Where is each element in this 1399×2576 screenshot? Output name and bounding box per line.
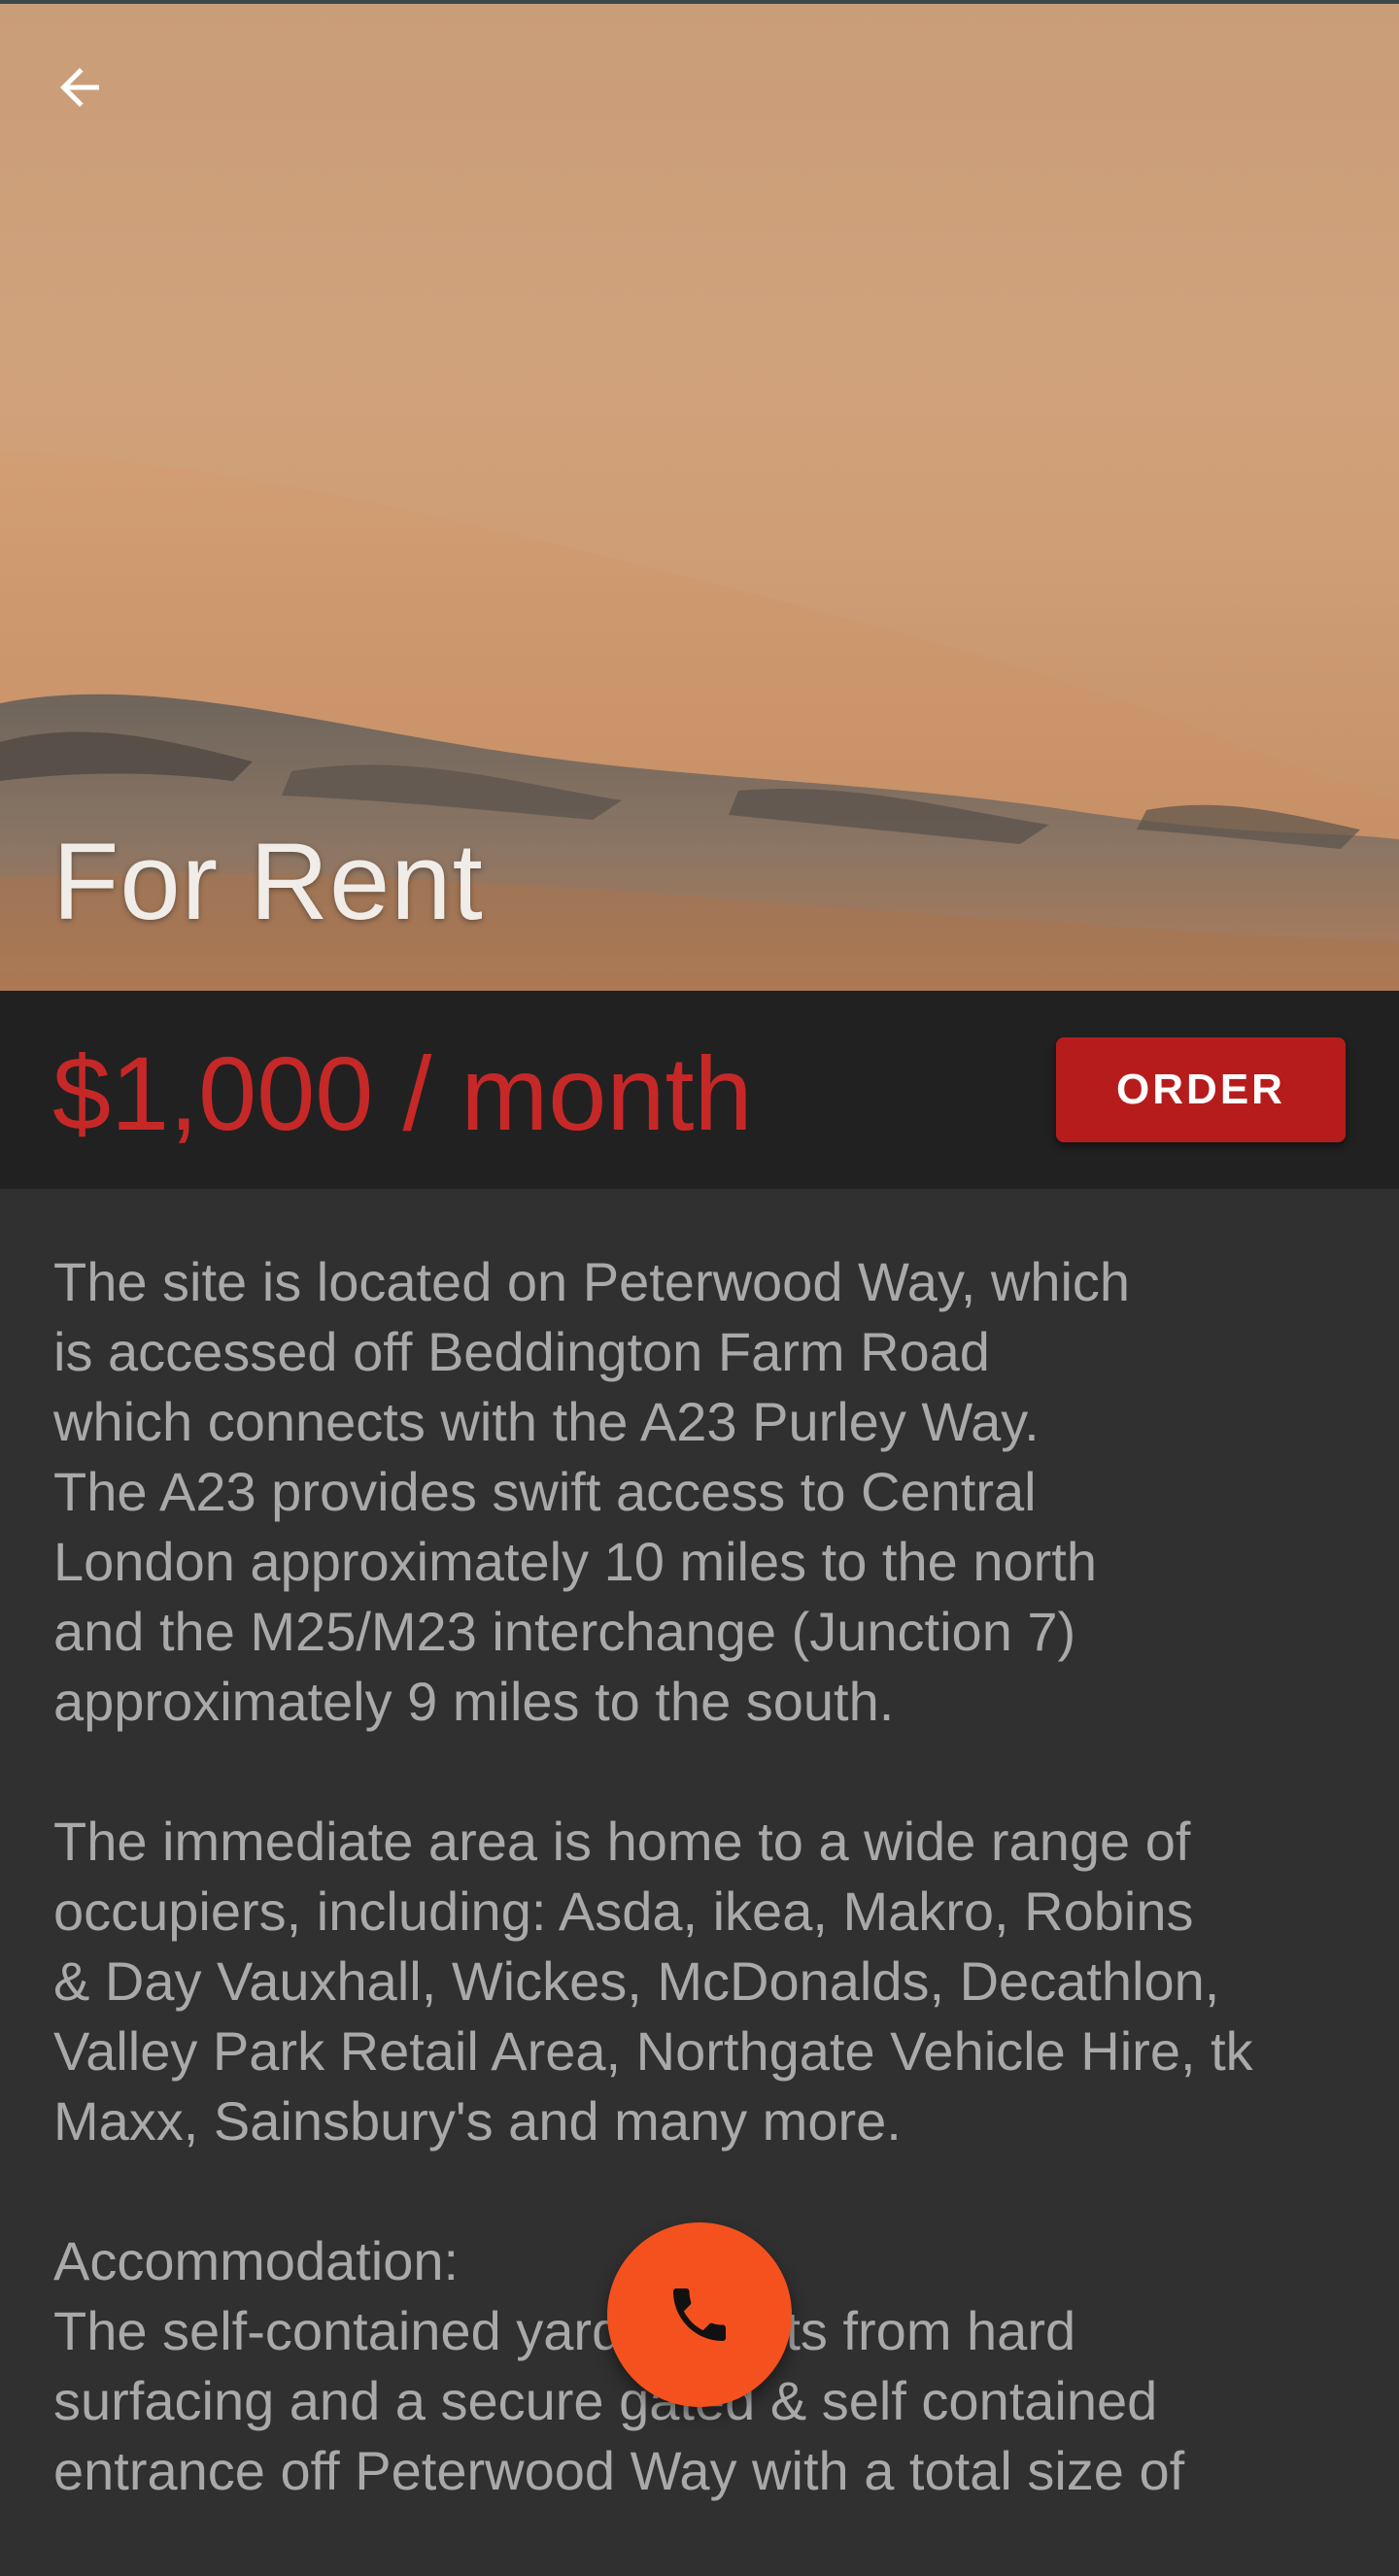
back-button[interactable] <box>51 58 128 136</box>
page-title: For Rent <box>52 821 484 942</box>
phone-icon <box>673 2288 726 2341</box>
call-button[interactable] <box>607 2222 792 2407</box>
description-paragraph: The site is located on Peterwood Way, wh… <box>53 1251 1131 1732</box>
description-paragraph: The immediate area is home to a wide ran… <box>53 1811 1253 2152</box>
arrow-back-icon <box>60 68 99 107</box>
price-bar: $1,000 / month ORDER <box>0 991 1399 1189</box>
order-button[interactable]: ORDER <box>1056 1037 1346 1142</box>
price-label: $1,000 / month <box>52 1034 753 1152</box>
hero-image: For Rent <box>0 4 1399 991</box>
